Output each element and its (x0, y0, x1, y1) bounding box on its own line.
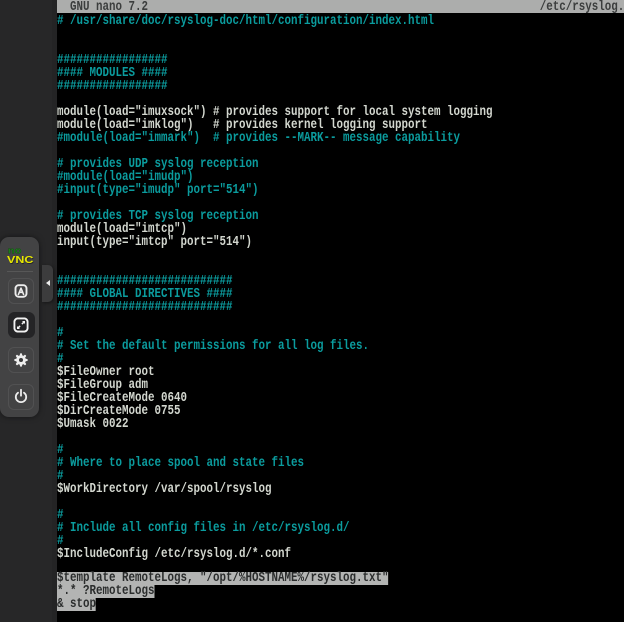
svg-text:VNC: VNC (7, 254, 34, 266)
